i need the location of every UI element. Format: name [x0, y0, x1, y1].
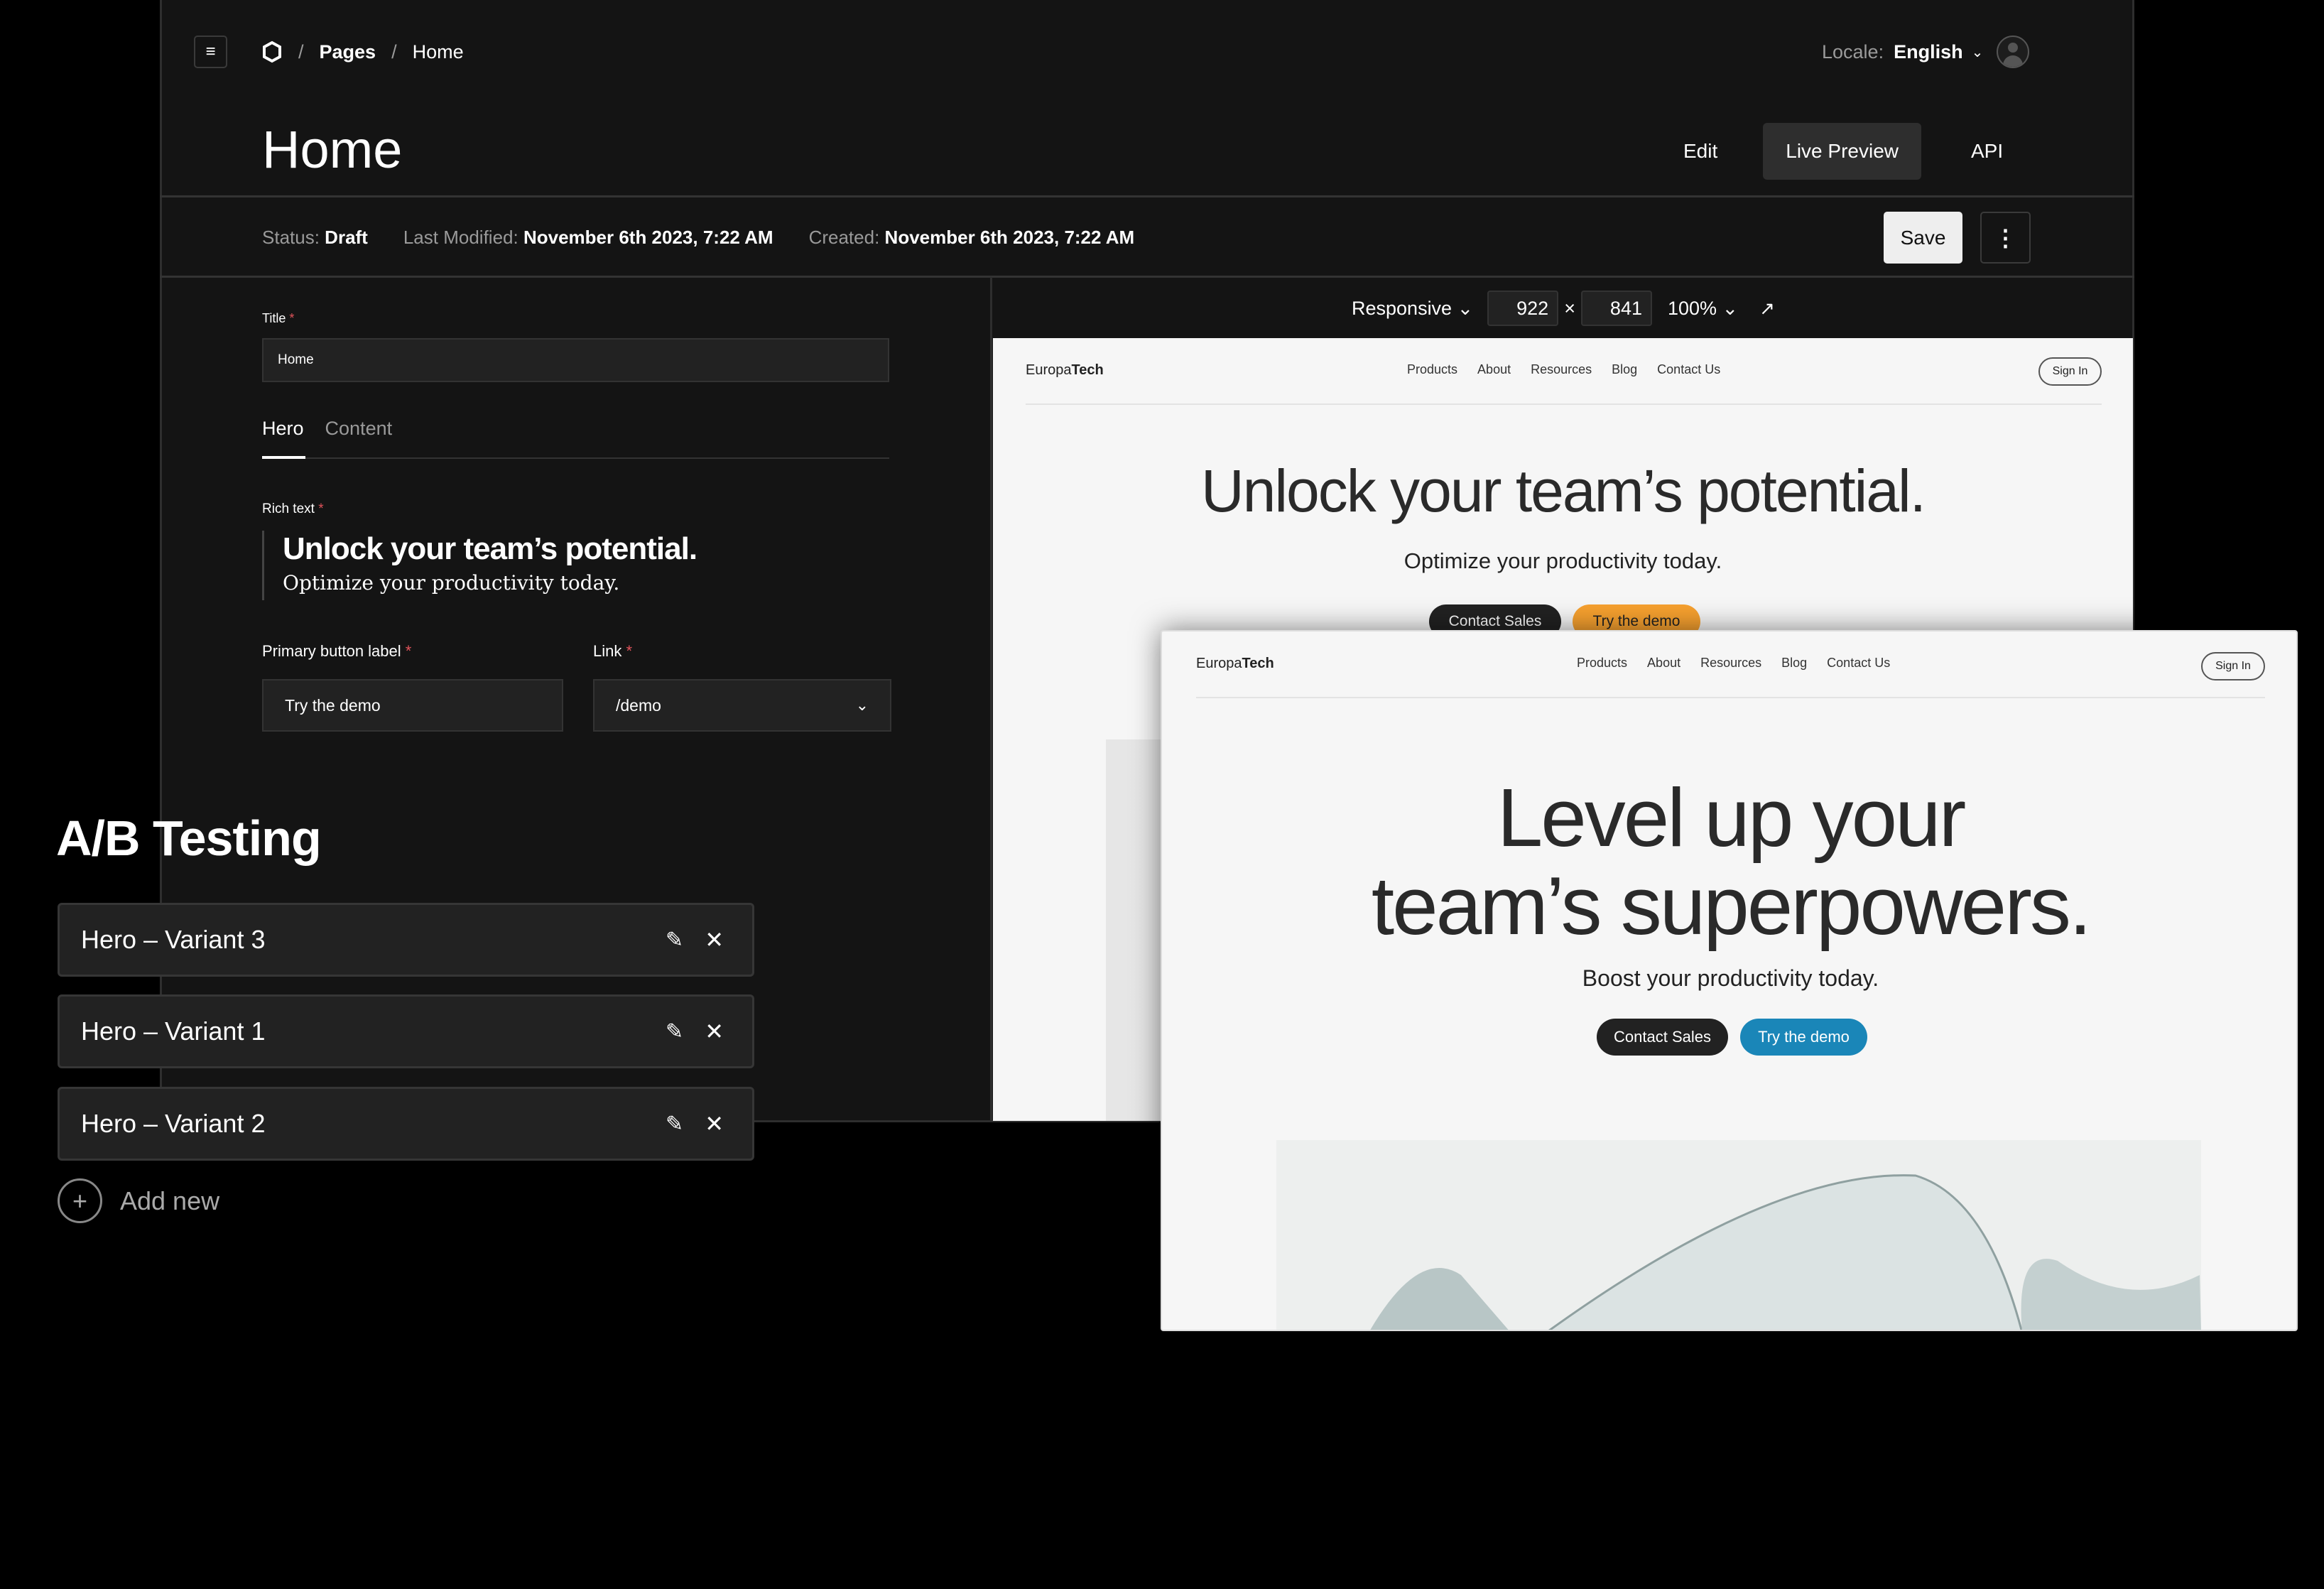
- divider: [1196, 697, 2265, 698]
- contact-sales-button[interactable]: Contact Sales: [1597, 1019, 1728, 1056]
- tab-edit[interactable]: Edit: [1662, 140, 1739, 163]
- panel-divider: [990, 277, 992, 1122]
- nav-blog[interactable]: Blog: [1781, 656, 1807, 670]
- preview-b: EuropaTech Products About Resources Blog Con…: [1161, 630, 2298, 1331]
- tab-live-preview[interactable]: Live Preview: [1763, 123, 1921, 180]
- add-new-label: Add new: [120, 1186, 220, 1215]
- status-badge: Draft: [325, 226, 368, 248]
- zoom-select[interactable]: 100% ⌄: [1668, 298, 1738, 320]
- nav-resources[interactable]: Resources: [1531, 362, 1592, 376]
- divider: [1026, 403, 2102, 405]
- preview-toolbar: Responsive ⌄ 922 × 841 100% ⌄ ↗: [1352, 291, 1775, 326]
- hero-subtitle: Boost your productivity today.: [1582, 965, 1879, 991]
- variant-label: Hero – Variant 2: [81, 1109, 266, 1138]
- button-label-label: Primary button label *: [262, 642, 412, 660]
- tabs-underline: [262, 457, 889, 459]
- editor-tabs: Hero Content: [262, 418, 392, 440]
- site-nav: Products About Resources Blog Contact Us: [1407, 362, 1740, 377]
- avatar[interactable]: [1997, 36, 2029, 68]
- external-link-icon[interactable]: ↗: [1759, 298, 1775, 320]
- nav-blog[interactable]: Blog: [1612, 362, 1637, 376]
- hero-subtitle: Optimize your productivity today.: [1403, 548, 1722, 573]
- save-button[interactable]: Save: [1884, 212, 1962, 264]
- breadcrumb-separator: /: [391, 40, 397, 63]
- variant-item[interactable]: Hero – Variant 3 ✎ ✕: [58, 903, 754, 977]
- rich-heading: Unlock your team’s potential.: [283, 531, 697, 566]
- divider: [160, 195, 2134, 197]
- nav-products[interactable]: Products: [1407, 362, 1457, 376]
- created-label: Created:: [808, 226, 880, 248]
- page-title: Home: [262, 120, 403, 179]
- title-input[interactable]: Home: [262, 338, 889, 382]
- locale-label: Locale:: [1822, 40, 1884, 63]
- close-icon[interactable]: ✕: [705, 1018, 724, 1045]
- try-demo-button[interactable]: Try the demo: [1740, 1019, 1867, 1056]
- tab-hero[interactable]: Hero: [262, 418, 304, 440]
- brand-logo[interactable]: EuropaTech: [1196, 656, 1274, 672]
- sign-in-button[interactable]: Sign In: [2038, 357, 2102, 386]
- nav-about[interactable]: About: [1647, 656, 1680, 670]
- site-nav: Products About Resources Blog Contact Us: [1577, 656, 1910, 671]
- more-options-button[interactable]: ⋮: [1980, 212, 2031, 264]
- rich-sub: Optimize your productivity today.: [283, 571, 620, 595]
- nav-about[interactable]: About: [1477, 362, 1511, 376]
- created-value: November 6th 2023, 7:22 AM: [884, 226, 1135, 248]
- rich-text-editor[interactable]: Unlock your team’s potential. Optimize y…: [262, 531, 697, 600]
- nav-products[interactable]: Products: [1577, 656, 1627, 670]
- edit-icon[interactable]: ✎: [666, 1019, 683, 1044]
- rich-text-label: Rich text *: [262, 501, 324, 516]
- breadcrumb-home[interactable]: Home: [413, 41, 464, 63]
- locale-value: English: [1894, 40, 1963, 63]
- link-select[interactable]: /demo ⌄: [593, 679, 891, 732]
- view-tabs: Edit Live Preview API: [1662, 123, 2024, 180]
- edit-icon[interactable]: ✎: [666, 1112, 683, 1137]
- edit-icon[interactable]: ✎: [666, 928, 683, 953]
- modified-label: Last Modified:: [403, 226, 518, 248]
- abstract-shape-image: [1370, 1174, 2201, 1330]
- link-label: Link *: [593, 642, 633, 660]
- divider: [160, 276, 2134, 278]
- breadcrumb: / Pages / Home: [261, 36, 464, 68]
- close-icon[interactable]: ✕: [705, 926, 724, 953]
- ab-testing-title: A/B Testing: [56, 810, 322, 866]
- height-input[interactable]: 841: [1580, 291, 1652, 326]
- status-label: Status:: [262, 226, 320, 248]
- close-icon[interactable]: ✕: [705, 1110, 724, 1137]
- responsive-select[interactable]: Responsive ⌄: [1352, 298, 1473, 320]
- times-label: ×: [1564, 297, 1575, 319]
- tab-content[interactable]: Content: [325, 418, 393, 440]
- button-label-input[interactable]: Try the demo: [262, 679, 563, 732]
- chevron-down-icon: ⌄: [1971, 44, 1984, 60]
- status-bar: Status: Draft Last Modified: November 6t…: [262, 223, 1134, 251]
- width-input[interactable]: 922: [1487, 291, 1559, 326]
- menu-button[interactable]: ≡: [194, 36, 227, 68]
- breadcrumb-pages[interactable]: Pages: [320, 41, 376, 63]
- variant-item[interactable]: Hero – Variant 2 ✎ ✕: [58, 1087, 754, 1161]
- nav-resources[interactable]: Resources: [1700, 656, 1761, 670]
- link-value: /demo: [616, 695, 661, 715]
- brand-logo[interactable]: EuropaTech: [1026, 362, 1104, 379]
- logo-icon[interactable]: [261, 40, 283, 63]
- nav-contact[interactable]: Contact Us: [1827, 656, 1890, 670]
- hero-headline: Level up your team’s superpowers.: [1371, 771, 2092, 952]
- nav-contact[interactable]: Contact Us: [1657, 362, 1720, 376]
- variant-label: Hero – Variant 1: [81, 1016, 266, 1046]
- add-new-button[interactable]: + Add new: [58, 1178, 219, 1223]
- plus-icon: +: [58, 1178, 102, 1223]
- breadcrumb-separator: /: [298, 40, 304, 63]
- modified-value: November 6th 2023, 7:22 AM: [523, 226, 773, 248]
- hero-image: [1276, 1140, 2201, 1330]
- variant-label: Hero – Variant 3: [81, 925, 266, 954]
- active-tab-indicator: [262, 456, 305, 459]
- variant-item[interactable]: Hero – Variant 1 ✎ ✕: [58, 994, 754, 1068]
- tab-api[interactable]: API: [1950, 140, 2024, 163]
- locale-selector[interactable]: Locale: English ⌄: [1822, 36, 1983, 68]
- chevron-down-icon: ⌄: [855, 696, 869, 714]
- hero-headline: Unlock your team’s potential.: [1201, 457, 1926, 524]
- sign-in-button[interactable]: Sign In: [2201, 652, 2265, 680]
- title-label: Title *: [262, 311, 295, 325]
